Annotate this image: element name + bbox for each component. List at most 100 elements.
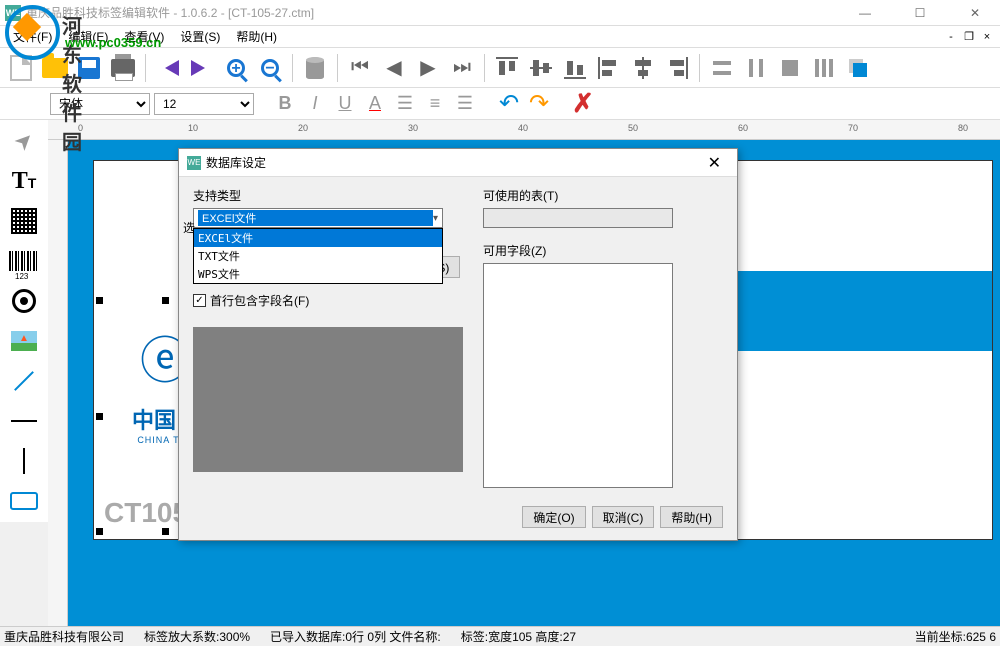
redo-button[interactable] — [186, 52, 218, 84]
tables-label: 可使用的表(T) — [483, 187, 723, 204]
same-height-button[interactable] — [740, 52, 772, 84]
dialog-title: 数据库设定 — [206, 154, 700, 171]
fields-listbox[interactable] — [483, 263, 673, 488]
status-size: 标签:宽度105 高度:27 — [461, 628, 576, 645]
align-hcenter-button[interactable] — [627, 52, 659, 84]
new-button[interactable] — [5, 52, 37, 84]
target-tool[interactable] — [6, 285, 42, 317]
bring-front-button[interactable] — [842, 52, 874, 84]
menu-file[interactable]: 文件(F) — [5, 26, 60, 47]
fields-label: 可用字段(Z) — [483, 242, 723, 259]
menu-edit[interactable]: 编辑(E) — [60, 26, 116, 47]
distribute-h-button[interactable] — [808, 52, 840, 84]
mdi-close[interactable]: × — [979, 30, 995, 44]
separator — [292, 54, 293, 82]
menu-settings[interactable]: 设置(S) — [172, 26, 228, 47]
type-option-txt[interactable]: TXT文件 — [194, 247, 442, 265]
database-icon — [306, 57, 324, 79]
vertical-line-tool[interactable] — [6, 445, 42, 477]
nav-next-button[interactable]: ▶ — [412, 52, 444, 84]
text-align-center-button[interactable]: ≡ — [422, 91, 448, 117]
tables-combobox[interactable] — [483, 208, 673, 228]
separator — [337, 54, 338, 82]
zoom-out-icon: − — [261, 59, 279, 77]
nav-prev-icon: ◀ — [386, 55, 401, 80]
text-icon: TT — [12, 168, 37, 195]
first-row-checkbox[interactable]: ✓ — [193, 294, 206, 307]
align-bottom-button[interactable] — [559, 52, 591, 84]
nav-prev-button[interactable]: ◀ — [378, 52, 410, 84]
align-left-icon — [598, 57, 620, 79]
status-cursor: 当前坐标:625 6 — [915, 628, 996, 645]
type-combobox[interactable]: EXCEl文件 ▾ EXCEl文件 TXT文件 WPS文件 — [193, 208, 443, 228]
nav-first-button[interactable]: ⏮ — [344, 52, 376, 84]
print-button[interactable] — [107, 52, 139, 84]
zoom-out-button[interactable]: − — [254, 52, 286, 84]
same-width-icon — [711, 57, 733, 79]
delete-button[interactable]: ✗ — [570, 91, 596, 117]
zoom-in-button[interactable]: + — [220, 52, 252, 84]
close-button[interactable]: ✕ — [955, 6, 995, 20]
same-size-button[interactable] — [774, 52, 806, 84]
mdi-restore[interactable]: ❐ — [961, 30, 977, 44]
qrcode-tool[interactable] — [6, 205, 42, 237]
nav-last-button[interactable]: ⏭ — [446, 52, 478, 84]
cancel-button[interactable]: 取消(C) — [592, 506, 655, 528]
align-top-button[interactable] — [491, 52, 523, 84]
align-vcenter-button[interactable] — [525, 52, 557, 84]
bold-button[interactable]: B — [272, 91, 298, 117]
window-title: 重庆品胜科技标签编辑软件 - 1.0.6.2 - [CT-105-27.ctm] — [26, 4, 845, 21]
text-align-left-button[interactable]: ☰ — [392, 91, 418, 117]
redo-curve-button[interactable]: ↷ — [526, 91, 552, 117]
type-dropdown: EXCEl文件 TXT文件 WPS文件 — [193, 228, 443, 284]
type-option-wps[interactable]: WPS文件 — [194, 265, 442, 283]
redo-icon — [191, 60, 213, 76]
italic-button[interactable]: I — [302, 91, 328, 117]
undo-button[interactable] — [152, 52, 184, 84]
nav-first-icon: ⏮ — [351, 56, 369, 79]
open-button[interactable] — [39, 52, 71, 84]
main-toolbar: + − ⏮ ◀ ▶ ⏭ — [0, 48, 1000, 88]
preview-box — [193, 327, 463, 472]
font-size-select[interactable]: 12 — [154, 93, 254, 115]
image-tool[interactable] — [6, 325, 42, 357]
pointer-tool[interactable]: ➤ — [6, 125, 42, 157]
align-left-button[interactable] — [593, 52, 625, 84]
vertical-line-icon — [23, 448, 25, 474]
help-button[interactable]: 帮助(H) — [660, 506, 723, 528]
font-family-select[interactable]: 宋体 — [50, 93, 150, 115]
horizontal-line-icon — [11, 420, 37, 422]
text-align-right-button[interactable]: ☰ — [452, 91, 478, 117]
diagonal-line-tool[interactable] — [6, 365, 42, 397]
menu-view[interactable]: 查看(V) — [116, 26, 172, 47]
maximize-button[interactable]: ☐ — [900, 6, 940, 20]
status-zoom: 标签放大系数:300% — [144, 628, 250, 645]
ok-button[interactable]: 确定(O) — [522, 506, 585, 528]
dialog-titlebar[interactable]: WE 数据库设定 ✕ — [179, 149, 737, 177]
database-button[interactable] — [299, 52, 331, 84]
barcode-tool[interactable] — [6, 245, 42, 277]
horizontal-line-tool[interactable] — [6, 405, 42, 437]
new-icon — [10, 55, 32, 81]
minimize-button[interactable]: — — [845, 6, 885, 20]
dialog-icon: WE — [187, 156, 201, 170]
dialog-close-button[interactable]: ✕ — [700, 153, 729, 173]
same-width-button[interactable] — [706, 52, 738, 84]
type-selected: EXCEl文件 — [198, 210, 433, 226]
align-right-button[interactable] — [661, 52, 693, 84]
align-vcenter-icon — [530, 57, 552, 79]
undo-curve-button[interactable]: ↶ — [496, 91, 522, 117]
first-row-label: 首行包含字段名(F) — [210, 292, 309, 309]
mdi-minimize[interactable]: - — [943, 30, 959, 44]
zoom-in-icon: + — [227, 59, 245, 77]
rectangle-tool[interactable] — [6, 485, 42, 517]
text-tool[interactable]: TT — [6, 165, 42, 197]
distribute-h-icon — [813, 57, 835, 79]
underline-button[interactable]: U — [332, 91, 358, 117]
menu-help[interactable]: 帮助(H) — [228, 26, 285, 47]
type-option-excel[interactable]: EXCEl文件 — [194, 229, 442, 247]
save-button[interactable] — [73, 52, 105, 84]
app-icon: WE — [5, 5, 21, 21]
font-color-button[interactable]: A — [362, 91, 388, 117]
chevron-down-icon: ▾ — [433, 213, 438, 224]
